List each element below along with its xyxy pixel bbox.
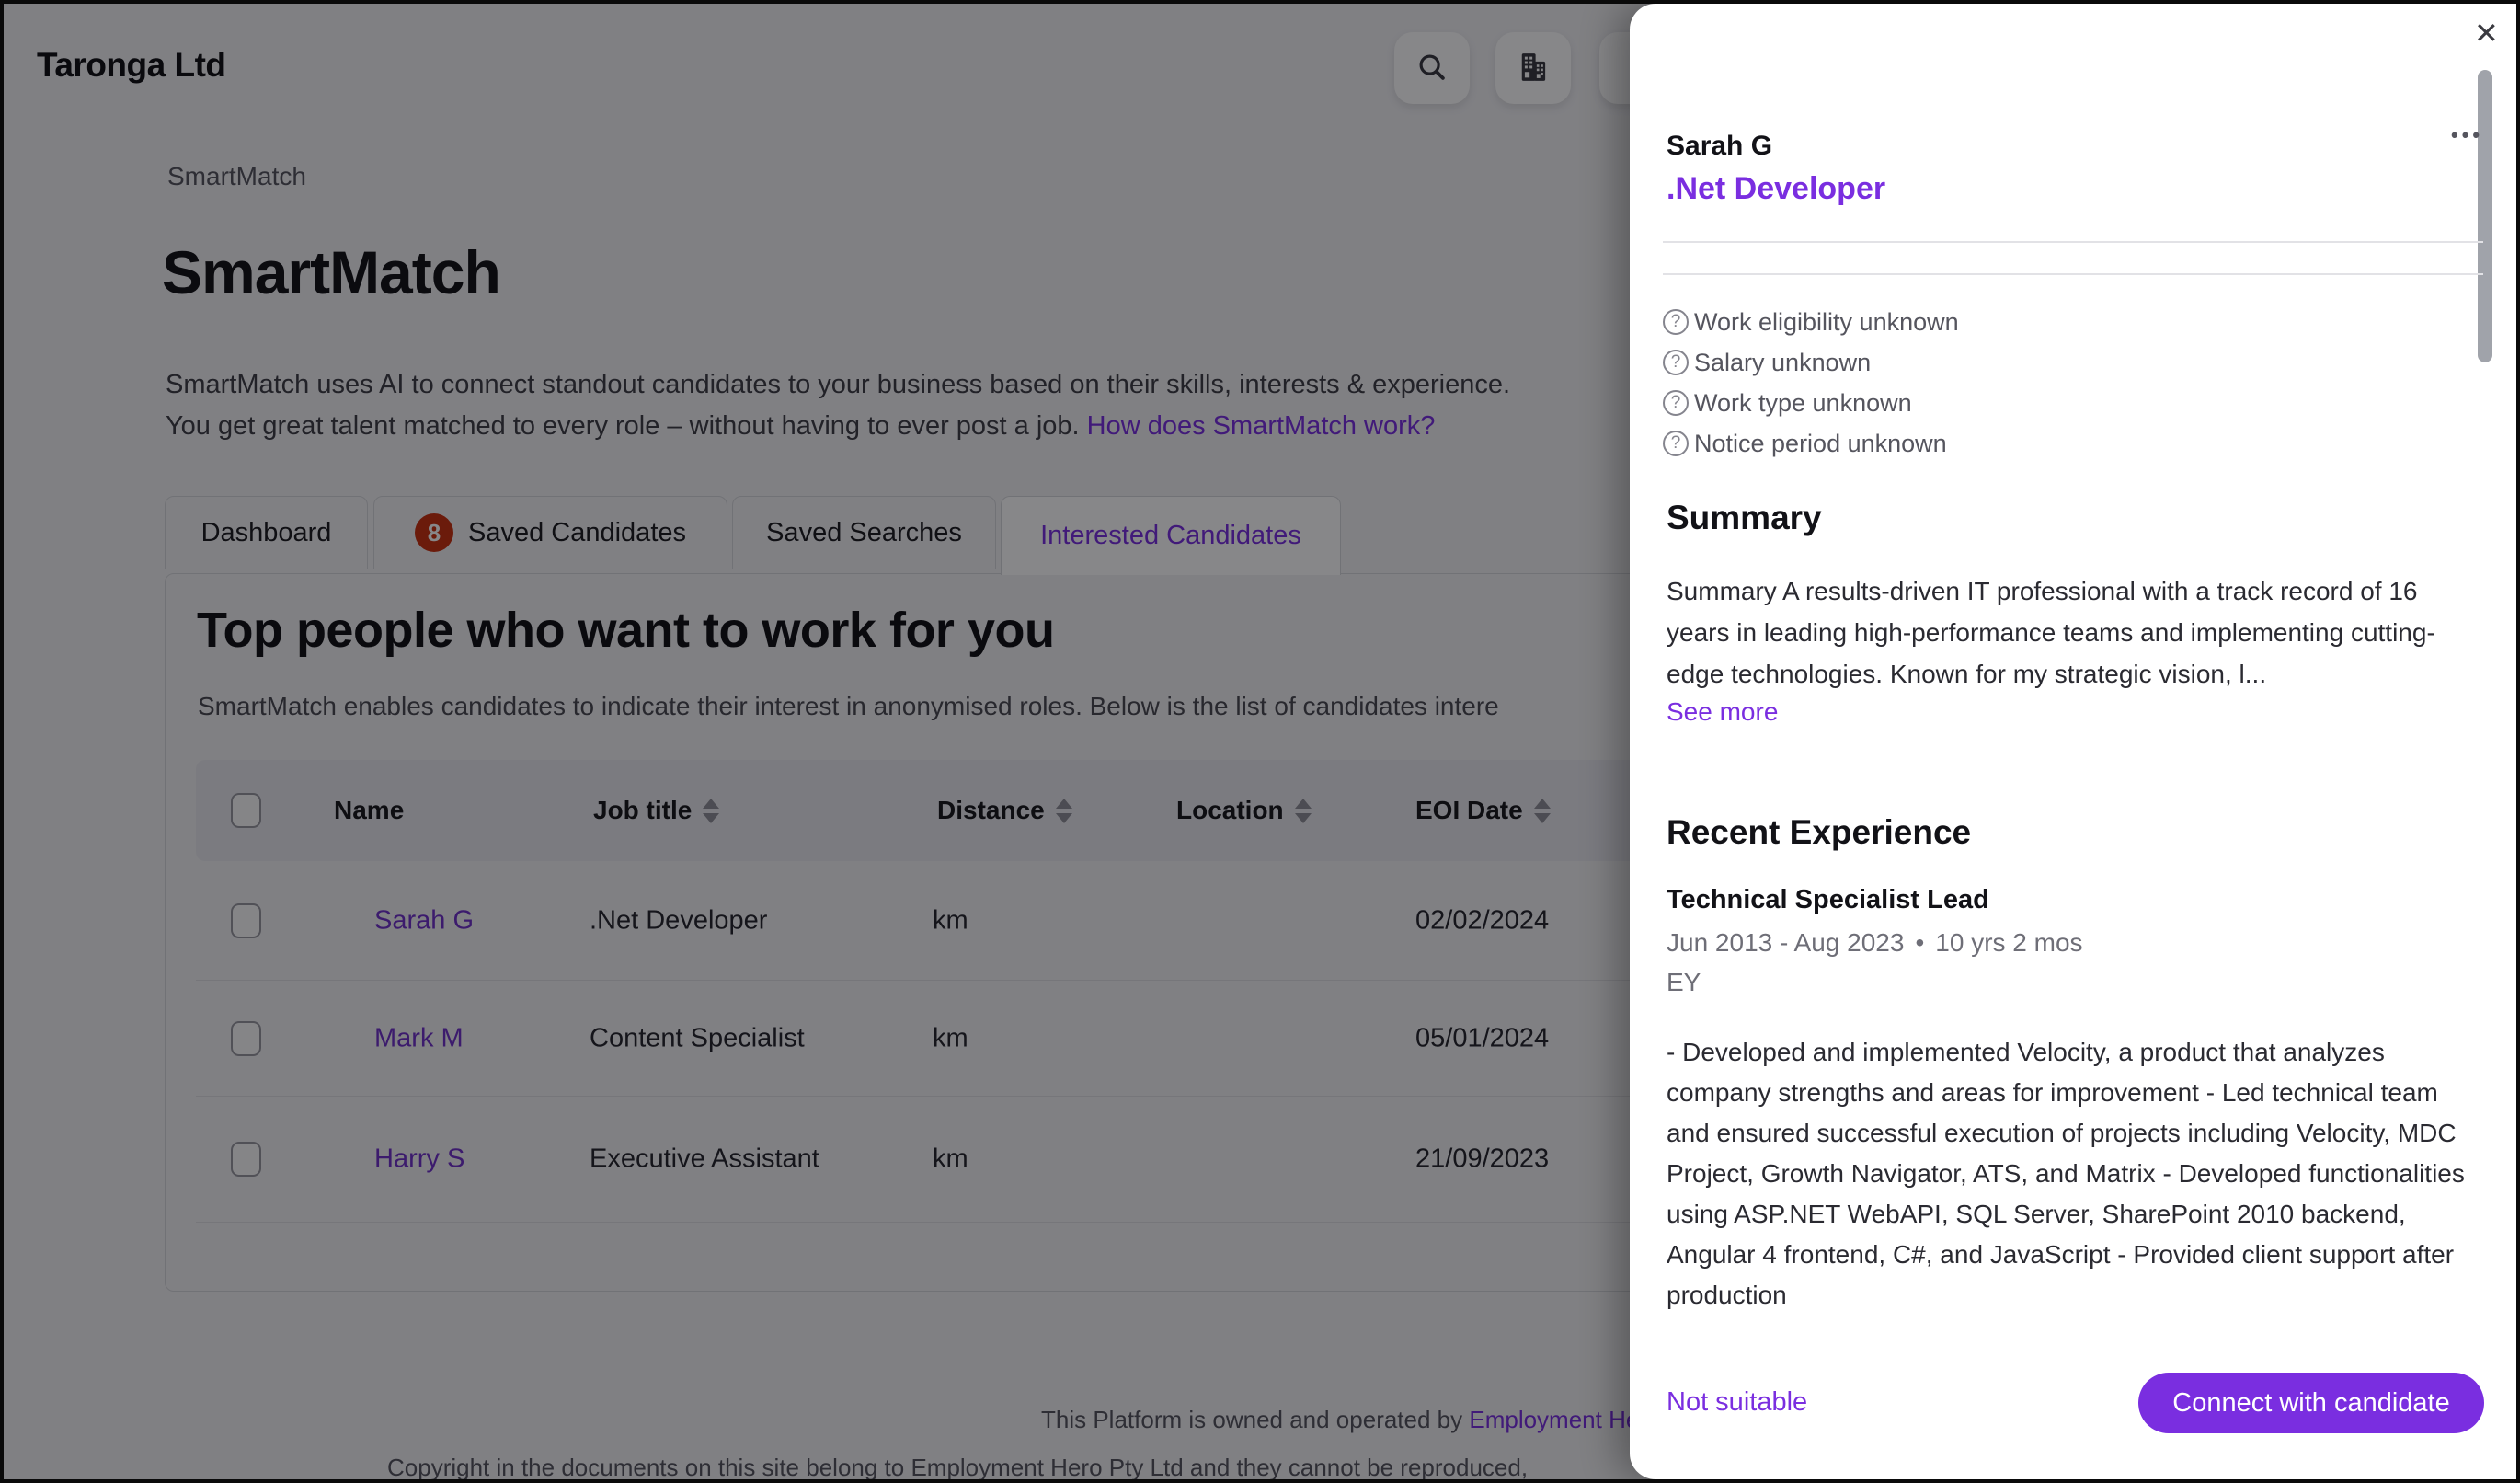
not-suitable-button[interactable]: Not suitable xyxy=(1667,1387,1807,1418)
summary-heading: Summary xyxy=(1667,499,1822,537)
bullet-separator: • xyxy=(1915,928,1924,957)
question-circle-icon: ? xyxy=(1663,390,1689,416)
divider xyxy=(1663,273,2483,275)
connect-with-candidate-button[interactable]: Connect with candidate xyxy=(2138,1373,2484,1433)
question-circle-icon: ? xyxy=(1663,350,1689,375)
attribute-item: ? Salary unknown xyxy=(1663,342,1959,383)
experience-dates: Jun 2013 - Aug 2023•10 yrs 2 mos xyxy=(1667,928,2083,958)
close-icon[interactable]: ✕ xyxy=(2474,18,2499,48)
divider xyxy=(1663,241,2483,243)
question-circle-icon: ? xyxy=(1663,431,1689,456)
attribute-item: ? Work type unknown xyxy=(1663,383,1959,423)
candidate-attributes-list: ? Work eligibility unknown ? Salary unkn… xyxy=(1663,302,1959,464)
overflow-menu-icon[interactable]: ••• xyxy=(2451,123,2483,147)
question-circle-icon: ? xyxy=(1663,309,1689,335)
experience-description: - Developed and implemented Velocity, a … xyxy=(1667,1032,2485,1316)
summary-text: Summary A results-driven IT professional… xyxy=(1667,570,2483,695)
recent-experience-heading: Recent Experience xyxy=(1667,813,1971,852)
drawer-candidate-role-link[interactable]: .Net Developer xyxy=(1667,171,1885,207)
app-window: Taronga Ltd SmartMatch SmartMatc xyxy=(0,0,2520,1483)
experience-title: Technical Specialist Lead xyxy=(1667,885,1989,915)
drawer-candidate-name: Sarah G xyxy=(1667,131,1772,162)
attribute-item: ? Notice period unknown xyxy=(1663,423,1959,464)
candidate-detail-drawer: ✕ ••• Sarah G .Net Developer ? Work elig… xyxy=(1630,4,2516,1479)
attribute-item: ? Work eligibility unknown xyxy=(1663,302,1959,342)
experience-company: EY xyxy=(1667,968,1701,997)
see-more-link[interactable]: See more xyxy=(1667,697,1778,727)
drawer-scrollbar[interactable] xyxy=(2478,70,2492,362)
